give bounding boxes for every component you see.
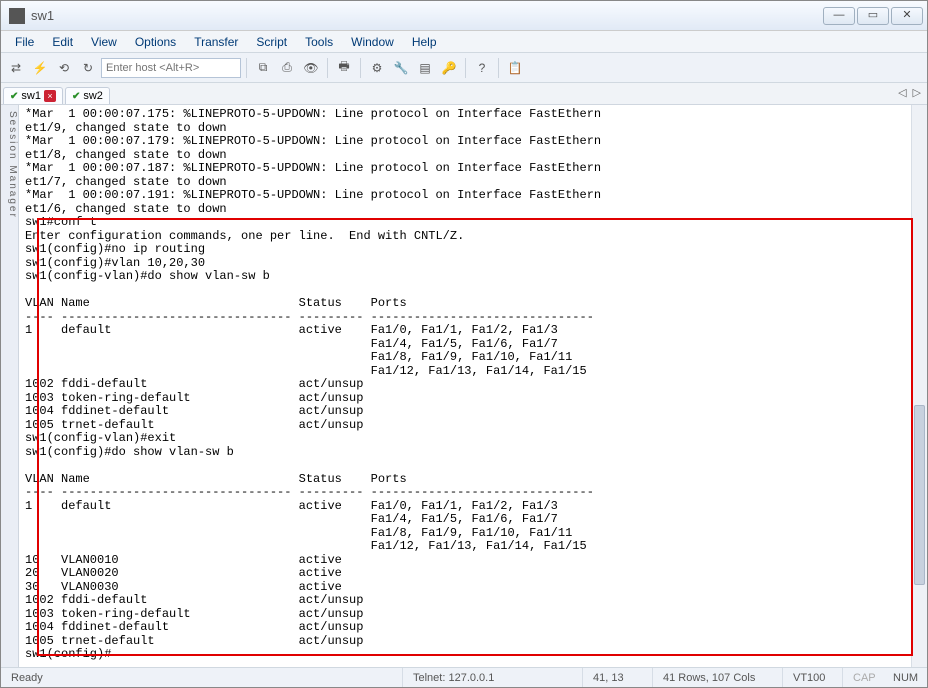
tab-prev-button[interactable]: ◁ (898, 86, 906, 99)
menubar: FileEditViewOptionsTransferScriptToolsWi… (1, 31, 927, 53)
close-button[interactable]: ✕ (891, 7, 923, 25)
status-emulation: VT100 (783, 668, 843, 687)
key-icon[interactable]: 🔑 (438, 57, 460, 79)
titlebar: sw1 — ▭ ✕ (1, 1, 927, 31)
menu-tools[interactable]: Tools (297, 33, 341, 51)
toolbar-separator (498, 58, 499, 78)
menu-edit[interactable]: Edit (44, 33, 81, 51)
status-cursor: 41, 13 (583, 668, 653, 687)
reconnect-icon[interactable]: ⇄ (5, 57, 27, 79)
menu-window[interactable]: Window (343, 33, 402, 51)
tab-close-icon[interactable]: × (44, 90, 56, 102)
session-tab-sw1[interactable]: ✔sw1× (3, 87, 63, 104)
minimize-button[interactable]: — (823, 7, 855, 25)
scrollbar-thumb[interactable] (914, 405, 925, 585)
status-cap: CAP (843, 668, 883, 687)
menu-transfer[interactable]: Transfer (186, 33, 246, 51)
help-icon[interactable]: ? (471, 57, 493, 79)
toolbar-separator (360, 58, 361, 78)
toolbar-separator (465, 58, 466, 78)
statusbar: Ready Telnet: 127.0.0.1 41, 13 41 Rows, … (1, 667, 927, 687)
status-dimensions: 41 Rows, 107 Cols (653, 668, 783, 687)
toolbar-separator (246, 58, 247, 78)
menu-options[interactable]: Options (127, 33, 184, 51)
menu-file[interactable]: File (7, 33, 42, 51)
tab-next-button[interactable]: ▷ (913, 86, 921, 99)
terminal-container: *Mar 1 00:00:07.175: %LINEPROTO-5-UPDOWN… (19, 105, 927, 667)
connected-icon: ✔ (10, 91, 18, 102)
tips-icon[interactable]: 📋 (504, 57, 526, 79)
wrench-icon[interactable]: 🔧 (390, 57, 412, 79)
status-ready: Ready (1, 668, 403, 687)
status-connection: Telnet: 127.0.0.1 (403, 668, 583, 687)
menu-help[interactable]: Help (404, 33, 445, 51)
toolbar-separator (327, 58, 328, 78)
tab-label: sw2 (83, 90, 103, 102)
main-area: Session Manager *Mar 1 00:00:07.175: %LI… (1, 105, 927, 667)
loop-icon[interactable]: ⟲ (53, 57, 75, 79)
copy-icon[interactable]: ⧉ (252, 57, 274, 79)
host-input[interactable] (101, 58, 241, 78)
session-tabbar: ✔sw1×✔sw2 ◁ ▷ (1, 83, 927, 105)
app-icon (9, 8, 25, 24)
session-manager-tab[interactable]: Session Manager (1, 105, 19, 667)
tab-label: sw1 (21, 90, 41, 102)
session-tab-sw2[interactable]: ✔sw2 (65, 87, 110, 104)
find-icon[interactable]: 👁 (300, 57, 322, 79)
menu-view[interactable]: View (83, 33, 125, 51)
print-icon[interactable]: 🖶 (333, 57, 355, 79)
status-num: NUM (883, 668, 927, 687)
terminal-scrollbar[interactable] (911, 105, 927, 667)
toolbar: ⇄ ⚡ ⟲ ↻ ⧉ ⎙ 👁 🖶 ⚙ 🔧 ▤ 🔑 ? 📋 (1, 53, 927, 83)
refresh-icon[interactable]: ↻ (77, 57, 99, 79)
terminal-output[interactable]: *Mar 1 00:00:07.175: %LINEPROTO-5-UPDOWN… (19, 105, 911, 667)
connected-icon: ✔ (72, 91, 80, 102)
maximize-button[interactable]: ▭ (857, 7, 889, 25)
menu-script[interactable]: Script (248, 33, 295, 51)
settings-icon[interactable]: ⚙ (366, 57, 388, 79)
tab-nav: ◁ ▷ (898, 86, 921, 99)
window-title: sw1 (31, 8, 54, 23)
paste-icon[interactable]: ⎙ (276, 57, 298, 79)
app-window: sw1 — ▭ ✕ FileEditViewOptionsTransferScr… (0, 0, 928, 688)
quick-connect-icon[interactable]: ⚡ (29, 57, 51, 79)
cascade-icon[interactable]: ▤ (414, 57, 436, 79)
